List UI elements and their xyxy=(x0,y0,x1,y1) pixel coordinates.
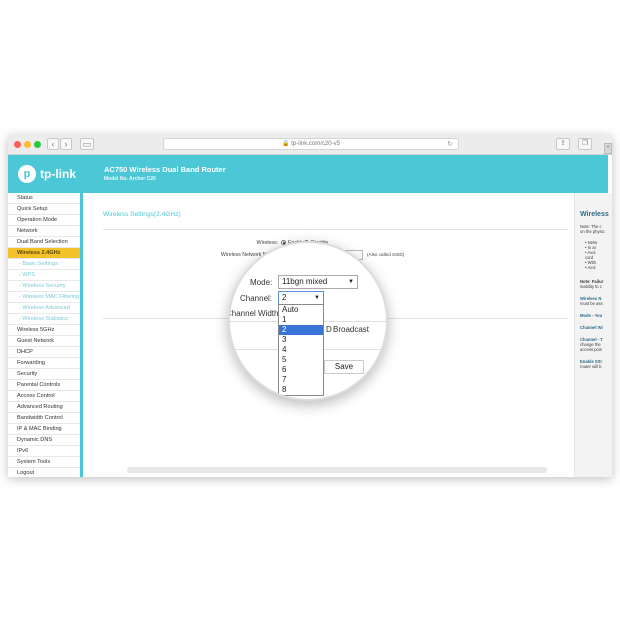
ssid-note: (Also called SSID) xyxy=(367,252,405,257)
sidebar-item-basic-settings[interactable]: - Basic Settings xyxy=(8,259,80,270)
sidebar-item-ipv6[interactable]: IPv6 xyxy=(8,446,80,457)
model-number: Model No. Archer C20 xyxy=(104,176,156,182)
channel-option[interactable]: 3 xyxy=(279,335,323,345)
help-title: Wireless xyxy=(580,211,609,218)
channel-option[interactable]: 6 xyxy=(279,365,323,375)
sidebar-item-forwarding[interactable]: Forwarding xyxy=(8,358,80,369)
help-line: must be ass xyxy=(580,301,603,306)
broadcast-label: Broadcast xyxy=(333,325,370,334)
sidebar-item-system-tools[interactable]: System Tools xyxy=(8,457,80,468)
wireless-label: Wireless: xyxy=(256,240,278,246)
url-text: tp-link.com/c20-v5 xyxy=(291,141,340,147)
sidebar-item-network[interactable]: Network xyxy=(8,226,80,237)
sidebar-item-quick-setup[interactable]: Quick Setup xyxy=(8,204,80,215)
share-icon[interactable]: ⇪ xyxy=(556,138,570,150)
channel-option[interactable]: 4 xyxy=(279,345,323,355)
sidebar-item-parental-controls[interactable]: Parental Controls xyxy=(8,380,80,391)
sidebar-item-wireless-security[interactable]: - Wireless Security xyxy=(8,281,80,292)
channel-width-label: Channel Width: xyxy=(228,309,281,318)
forward-icon[interactable]: › xyxy=(60,138,72,150)
help-panel: Wireless Note: The c on the physic • Net… xyxy=(574,193,612,477)
sidebar-item-operation-mode[interactable]: Operation Mode xyxy=(8,215,80,226)
channel-label: Channel: xyxy=(240,294,273,303)
help-line: Mode - You xyxy=(580,313,603,318)
logo-text: tp-link xyxy=(40,167,76,181)
sidebar-item-wireless-mac-filtering[interactable]: - Wireless MAC Filtering xyxy=(8,292,80,303)
sidebar-item-security[interactable]: Security xyxy=(8,369,80,380)
sidebar-item-dhcp[interactable]: DHCP xyxy=(8,347,80,358)
channel-dropdown-list: Auto 1 2 3 4 5 6 7 8 xyxy=(278,304,324,396)
channel-option[interactable]: Auto xyxy=(279,305,323,315)
sidebar-item-access-control[interactable]: Access Control xyxy=(8,391,80,402)
mode-value: 11bgn mixed xyxy=(282,277,328,286)
magnifier-overlay: Mode: 11bgn mixed ▼ Channel: 2 ▼ Channel… xyxy=(228,241,388,401)
sidebar-item-advanced-routing[interactable]: Advanced Routing xyxy=(8,402,80,413)
maximize-window-button[interactable] xyxy=(34,141,41,148)
page-title: Wireless Settings(2.4GHz) xyxy=(103,211,181,218)
close-window-button[interactable] xyxy=(14,141,21,148)
minimize-window-button[interactable] xyxy=(24,141,31,148)
channel-option[interactable]: 7 xyxy=(279,375,323,385)
help-line: Channel Wi xyxy=(580,325,603,330)
sidebar-item-ip-mac-binding[interactable]: IP & MAC Binding xyxy=(8,424,80,435)
help-line: inability to c xyxy=(580,284,602,289)
sidebar-item-dynamic-dns[interactable]: Dynamic DNS xyxy=(8,435,80,446)
channel-option[interactable]: 8 xyxy=(279,385,323,395)
sidebar-menu: Status Quick Setup Operation Mode Networ… xyxy=(8,193,83,477)
broadcast-prefix: D xyxy=(326,325,332,334)
channel-option[interactable]: 1 xyxy=(279,315,323,325)
channel-select[interactable]: 2 ▼ xyxy=(278,291,324,305)
help-line: router will b xyxy=(580,364,602,369)
sidebar-item-status[interactable]: Status xyxy=(8,193,80,204)
sidebar-item-logout[interactable]: Logout xyxy=(8,468,80,477)
mode-select[interactable]: 11bgn mixed ▼ xyxy=(278,275,358,289)
reload-icon[interactable]: ↻ xyxy=(447,139,453,150)
sidebar-toggle-icon[interactable]: ▭ xyxy=(80,138,94,150)
sidebar-item-wireless-5ghz[interactable]: Wireless 5GHz xyxy=(8,325,80,336)
sidebar-item-guest-network[interactable]: Guest Network xyxy=(8,336,80,347)
tp-link-logo-icon: p xyxy=(18,165,36,183)
sidebar-item-wps[interactable]: - WPS xyxy=(8,270,80,281)
tabs-icon[interactable]: ❐ xyxy=(578,138,592,150)
router-header: p tp-link AC750 Wireless Dual Band Route… xyxy=(8,155,608,193)
browser-toolbar: ‹ › ▭ 🔒 tp-link.com/c20-v5 ↻ ⇪ ❐ + xyxy=(8,135,612,155)
new-tab-icon[interactable]: + xyxy=(604,143,612,154)
help-line: • Avoi xyxy=(585,265,596,270)
product-name: AC750 Wireless Dual Band Router xyxy=(104,165,226,174)
help-line: on the physic xyxy=(580,229,605,234)
help-line: access poin xyxy=(580,347,603,352)
sidebar-item-dual-band-selection[interactable]: Dual Band Selection xyxy=(8,237,80,248)
back-icon[interactable]: ‹ xyxy=(47,138,59,150)
section-divider xyxy=(103,229,568,230)
sidebar-item-wireless-statistics[interactable]: - Wireless Statistics xyxy=(8,314,80,325)
horizontal-scrollbar[interactable] xyxy=(127,467,547,473)
chevron-down-icon: ▼ xyxy=(348,279,354,285)
save-button[interactable]: Save xyxy=(324,360,364,374)
mode-label: Mode: xyxy=(250,278,273,287)
sidebar-item-bandwidth-control[interactable]: Bandwidth Control xyxy=(8,413,80,424)
chevron-down-icon: ▼ xyxy=(314,295,320,301)
sidebar-item-wireless-advanced[interactable]: - Wireless Advanced xyxy=(8,303,80,314)
sidebar-item-wireless-2-4ghz[interactable]: Wireless 2.4GHz xyxy=(8,248,80,259)
channel-value: 2 xyxy=(282,293,287,302)
channel-option[interactable]: 5 xyxy=(279,355,323,365)
channel-option-selected[interactable]: 2 xyxy=(279,325,323,335)
lock-icon: 🔒 xyxy=(282,141,290,147)
tp-link-logo: p tp-link xyxy=(18,164,80,184)
address-bar[interactable]: 🔒 tp-link.com/c20-v5 ↻ xyxy=(163,138,459,150)
